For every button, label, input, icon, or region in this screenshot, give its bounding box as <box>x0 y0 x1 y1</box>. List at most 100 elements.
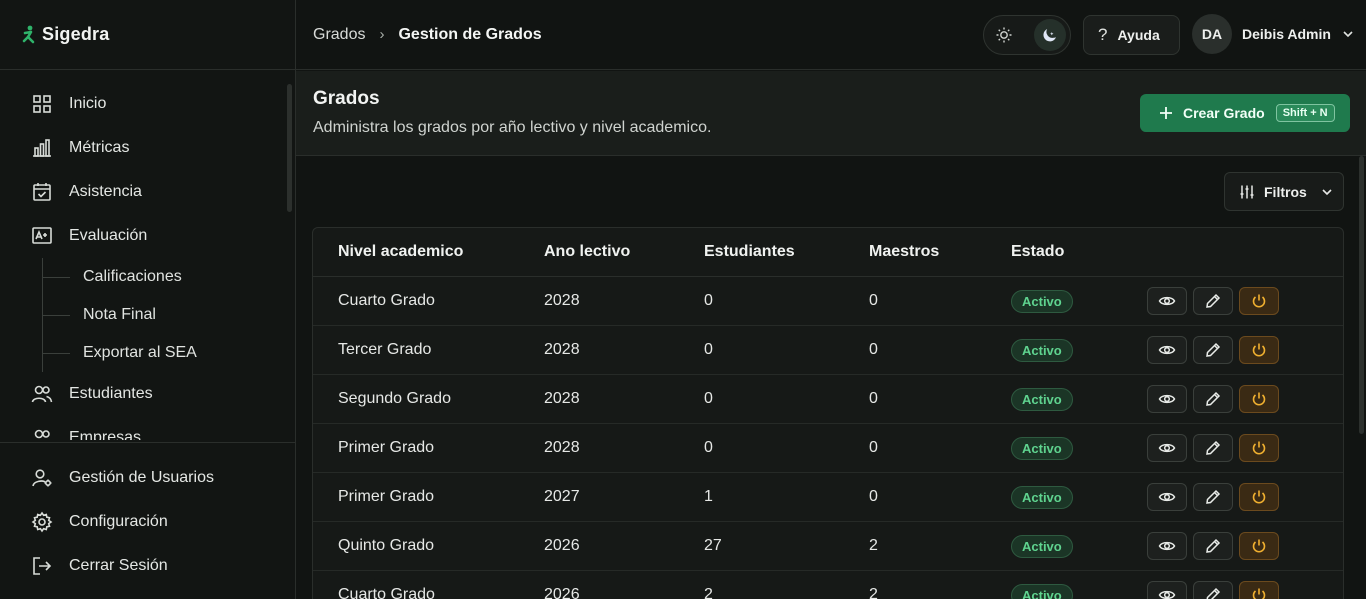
cell-ano: 2028 <box>544 341 580 358</box>
eye-icon <box>1158 492 1176 502</box>
sidebar-item-label: Asistencia <box>69 183 142 200</box>
breadcrumb: Grados › Gestion de Grados <box>296 26 542 44</box>
sidebar-subitem-exportar-sea[interactable]: Exportar al SEA <box>42 334 295 372</box>
view-button[interactable] <box>1147 385 1187 413</box>
filters-label: Filtros <box>1264 183 1307 200</box>
cell-maestros: 0 <box>869 488 878 505</box>
pencil-icon <box>1206 342 1221 357</box>
view-button[interactable] <box>1147 532 1187 560</box>
edit-button[interactable] <box>1193 385 1233 413</box>
plus-icon <box>1160 107 1172 119</box>
table-row[interactable]: Tercer Grado 2028 0 0 Activo <box>313 326 1343 375</box>
eye-icon <box>1158 541 1176 551</box>
table-row[interactable]: Primer Grado 2027 1 0 Activo <box>313 473 1343 522</box>
sidebar-subitem-nota-final[interactable]: Nota Final <box>42 296 295 334</box>
toggle-status-button[interactable] <box>1239 336 1279 364</box>
column-header-estado[interactable]: Estado <box>1011 243 1064 261</box>
cell-ano: 2026 <box>544 537 580 554</box>
edit-button[interactable] <box>1193 336 1233 364</box>
breadcrumb-separator: › <box>379 26 385 43</box>
sidebar-nav[interactable]: Inicio Métricas Asistencia Evaluación Ca… <box>0 82 295 440</box>
cell-estudiantes: 0 <box>704 292 713 309</box>
eye-icon <box>1158 296 1176 306</box>
column-header-estudiantes[interactable]: Estudiantes <box>704 243 795 261</box>
view-button[interactable] <box>1147 336 1187 364</box>
toggle-status-button[interactable] <box>1239 385 1279 413</box>
edit-button[interactable] <box>1193 287 1233 315</box>
column-header-maestros[interactable]: Maestros <box>869 243 939 261</box>
grade-board-icon <box>31 225 53 247</box>
pencil-icon <box>1206 538 1221 553</box>
toggle-status-button[interactable] <box>1239 287 1279 315</box>
sidebar-item-estudiantes[interactable]: Estudiantes <box>0 372 295 416</box>
sidebar-item-metricas[interactable]: Métricas <box>0 126 295 170</box>
column-header-ano[interactable]: Ano lectivo <box>544 243 630 261</box>
power-icon <box>1252 539 1266 553</box>
sidebar-item-cerrar-sesion[interactable]: Cerrar Sesión <box>0 544 295 588</box>
table-row[interactable]: Segundo Grado 2028 0 0 Activo <box>313 375 1343 424</box>
cell-nivel: Cuarto Grado <box>338 586 435 599</box>
logout-icon <box>31 555 53 577</box>
bar-chart-icon <box>31 137 53 159</box>
help-button[interactable]: ? Ayuda <box>1083 15 1180 55</box>
dark-mode-button[interactable] <box>1034 19 1066 51</box>
sidebar-item-empresas[interactable]: Empresas <box>0 416 295 440</box>
sidebar-item-evaluacion[interactable]: Evaluación <box>0 214 295 258</box>
edit-button[interactable] <box>1193 434 1233 462</box>
sidebar-item-label: Cerrar Sesión <box>69 557 168 574</box>
toggle-status-button[interactable] <box>1239 532 1279 560</box>
table-row[interactable]: Cuarto Grado 2028 0 0 Activo <box>313 277 1343 326</box>
power-icon <box>1252 392 1266 406</box>
edit-button[interactable] <box>1193 483 1233 511</box>
sidebar-scrollbar[interactable] <box>287 84 292 212</box>
view-button[interactable] <box>1147 434 1187 462</box>
light-mode-button[interactable] <box>988 19 1020 51</box>
view-button[interactable] <box>1147 287 1187 315</box>
row-actions <box>1147 385 1279 413</box>
page-title: Grados <box>313 88 380 109</box>
gear-icon <box>31 511 53 533</box>
sidebar-subitem-label: Exportar al SEA <box>83 344 197 361</box>
sidebar-subitem-calificaciones[interactable]: Calificaciones <box>42 258 295 296</box>
sidebar-item-asistencia[interactable]: Asistencia <box>0 170 295 214</box>
sidebar-item-inicio[interactable]: Inicio <box>0 82 295 126</box>
column-header-nivel[interactable]: Nivel academico <box>338 243 463 261</box>
view-button[interactable] <box>1147 483 1187 511</box>
cell-ano: 2026 <box>544 586 580 599</box>
table-row[interactable]: Primer Grado 2028 0 0 Activo <box>313 424 1343 473</box>
row-actions <box>1147 532 1279 560</box>
user-cog-icon <box>31 467 53 489</box>
sidebar-item-configuracion[interactable]: Configuración <box>0 500 295 544</box>
view-button[interactable] <box>1147 581 1187 599</box>
logo[interactable]: Sigedra <box>0 0 295 70</box>
chevron-down-icon <box>1322 188 1332 195</box>
status-badge: Activo <box>1011 338 1073 362</box>
filters-button[interactable]: Filtros <box>1224 172 1344 211</box>
table-row[interactable]: Cuarto Grado 2026 2 2 Activo <box>313 571 1343 599</box>
toggle-status-button[interactable] <box>1239 581 1279 599</box>
create-grado-button[interactable]: Crear Grado Shift + N <box>1140 94 1350 132</box>
main-scrollbar[interactable] <box>1359 156 1364 434</box>
user-menu[interactable]: DA Deibis Admin <box>1192 14 1355 54</box>
edit-button[interactable] <box>1193 532 1233 560</box>
edit-button[interactable] <box>1193 581 1233 599</box>
status-cell: Activo <box>1011 338 1073 362</box>
power-icon <box>1252 441 1266 455</box>
sun-icon <box>996 27 1012 43</box>
theme-toggle[interactable] <box>983 15 1071 55</box>
grid-icon <box>31 93 53 115</box>
cell-estudiantes: 0 <box>704 439 713 456</box>
sidebar-item-gestion-usuarios[interactable]: Gestión de Usuarios <box>0 456 295 500</box>
sidebar-item-label: Configuración <box>69 513 168 530</box>
toggle-status-button[interactable] <box>1239 483 1279 511</box>
breadcrumb-parent[interactable]: Grados <box>313 26 365 44</box>
sidebar: Sigedra Inicio Métricas Asistencia Evalu… <box>0 0 296 599</box>
sidebar-item-label: Métricas <box>69 139 130 156</box>
cell-maestros: 0 <box>869 292 878 309</box>
toggle-status-button[interactable] <box>1239 434 1279 462</box>
table-row[interactable]: Quinto Grado 2026 27 2 Activo <box>313 522 1343 571</box>
eye-icon <box>1158 394 1176 404</box>
cell-nivel: Segundo Grado <box>338 390 451 407</box>
cell-nivel: Primer Grado <box>338 488 435 505</box>
status-badge: Activo <box>1011 387 1073 411</box>
